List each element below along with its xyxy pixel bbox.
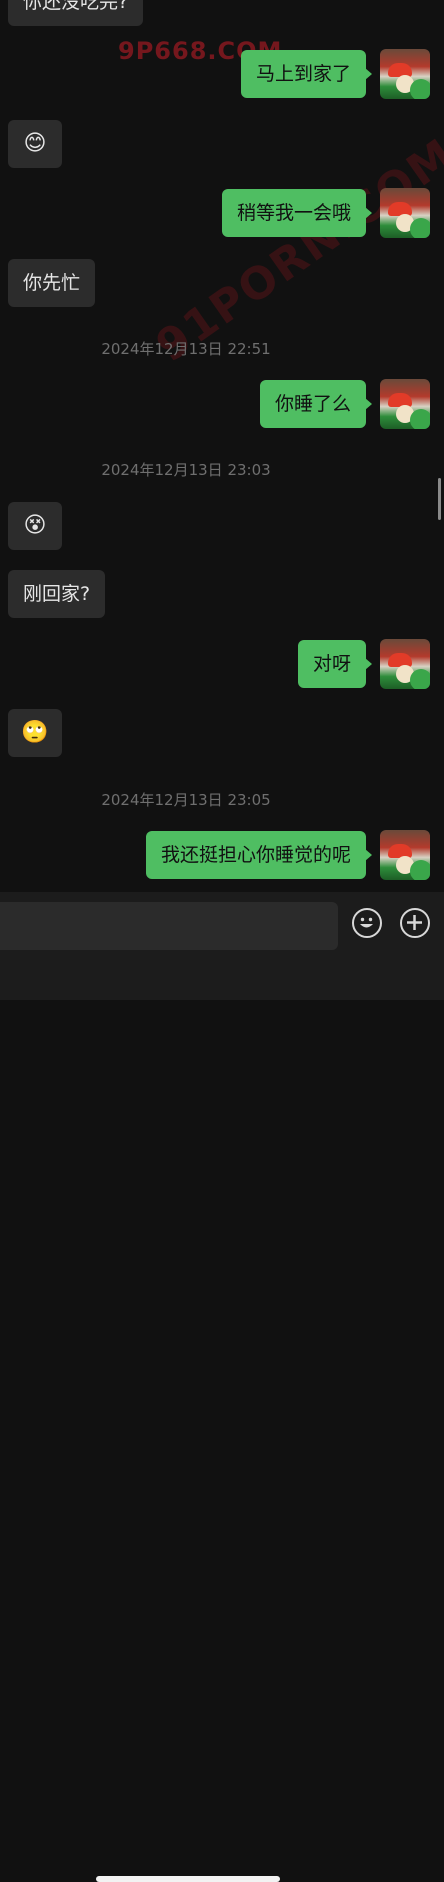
smiley-icon <box>360 917 373 928</box>
home-indicator[interactable] <box>96 1876 280 1882</box>
avatar[interactable] <box>380 639 430 689</box>
message-bubble-incoming[interactable]: 🙄 <box>8 709 62 757</box>
avatar[interactable] <box>380 830 430 880</box>
message-bubble-incoming[interactable]: 😊 <box>8 120 62 168</box>
message-bubble-outgoing[interactable]: 对呀 <box>297 640 373 688</box>
message-bubble-incoming[interactable]: 😵 <box>8 502 62 550</box>
more-options-button[interactable] <box>400 908 430 938</box>
watermark-diagonal: 91PORN.COM <box>147 128 444 373</box>
message-bubble-outgoing[interactable]: 我还挺担心你睡觉的呢 <box>145 831 373 879</box>
scrollbar[interactable] <box>438 478 441 520</box>
timestamp: 2024年12月13日 23:03 <box>101 461 271 479</box>
message-bubble-outgoing[interactable]: 马上到家了 <box>240 50 373 98</box>
chat-message-list[interactable]: 9P668.COM 91PORN.COM 你还没吃完? 马上到家了 😊 稍等我一… <box>0 0 444 892</box>
message-bubble-incoming[interactable]: 你先忙 <box>8 259 96 307</box>
plus-icon <box>407 915 422 930</box>
timestamp: 2024年12月13日 22:51 <box>101 340 271 358</box>
message-bubble-incoming[interactable]: 你还没吃完? <box>8 0 144 26</box>
avatar[interactable] <box>380 49 430 99</box>
message-bubble-incoming[interactable]: 刚回家? <box>8 570 106 618</box>
timestamp: 2024年12月13日 23:05 <box>101 791 271 809</box>
message-input[interactable] <box>0 902 338 950</box>
message-bubble-outgoing[interactable]: 稍等我一会哦 <box>221 189 373 237</box>
input-bar <box>0 892 444 1882</box>
message-bubble-outgoing[interactable]: 你睡了么 <box>259 380 373 428</box>
avatar[interactable] <box>380 188 430 238</box>
avatar[interactable] <box>380 379 430 429</box>
emoji-button[interactable] <box>352 908 382 938</box>
